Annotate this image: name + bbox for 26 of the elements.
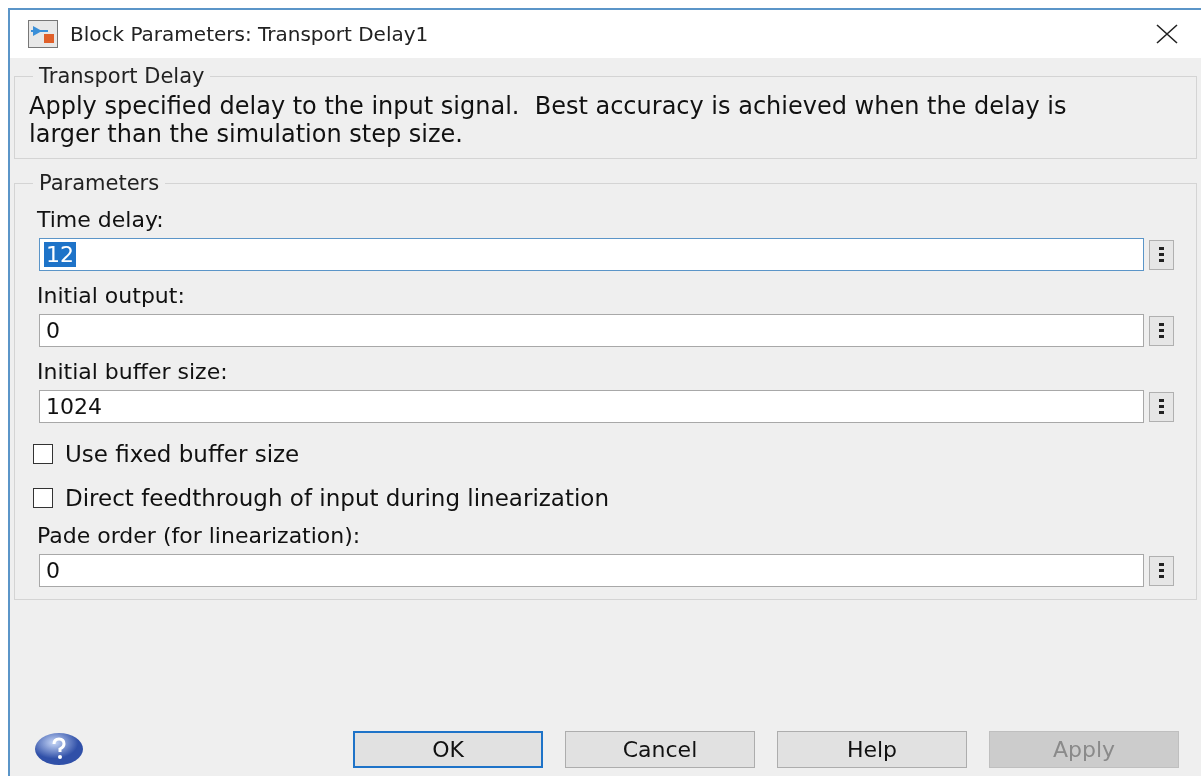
description-text: Apply specified delay to the input signal. Best accuracy is achieved when the delay is larger than the simulation step size. <box>29 91 1068 150</box>
window-title: Block Parameters: Transport Delay1 <box>70 22 430 46</box>
group-title: Parameters <box>38 171 161 195</box>
block-icon <box>28 20 58 48</box>
input-field[interactable]: 0 <box>39 554 1144 587</box>
close-icon[interactable] <box>1155 24 1179 44</box>
checkbox-label: Direct feedthrough of input during linearization <box>65 485 609 511</box>
more-options-button[interactable] <box>1149 555 1174 586</box>
dialog-button[interactable]: Cancel <box>565 730 755 768</box>
group-title: Transport Delay <box>38 64 206 88</box>
dialog-button[interactable]: OK <box>353 730 543 768</box>
more-options-button[interactable] <box>1149 391 1174 422</box>
checkbox[interactable] <box>33 444 53 464</box>
field-label: Initial buffer size: <box>37 359 229 384</box>
more-options-button[interactable] <box>1149 315 1174 346</box>
input-field[interactable]: 1024 <box>39 390 1144 423</box>
field-label: Time delay: <box>37 207 165 232</box>
checkbox-label: Use fixed buffer size <box>65 441 300 467</box>
field-label: Pade order (for linearization): <box>37 523 362 548</box>
dialog-button[interactable]: Help <box>777 730 967 768</box>
help-icon[interactable] <box>34 732 84 766</box>
checkbox[interactable] <box>33 488 53 508</box>
input-field[interactable]: 12 <box>39 238 1144 271</box>
more-options-button[interactable] <box>1149 239 1174 270</box>
field-label: Initial output: <box>37 283 186 308</box>
input-field[interactable]: 0 <box>39 314 1144 347</box>
